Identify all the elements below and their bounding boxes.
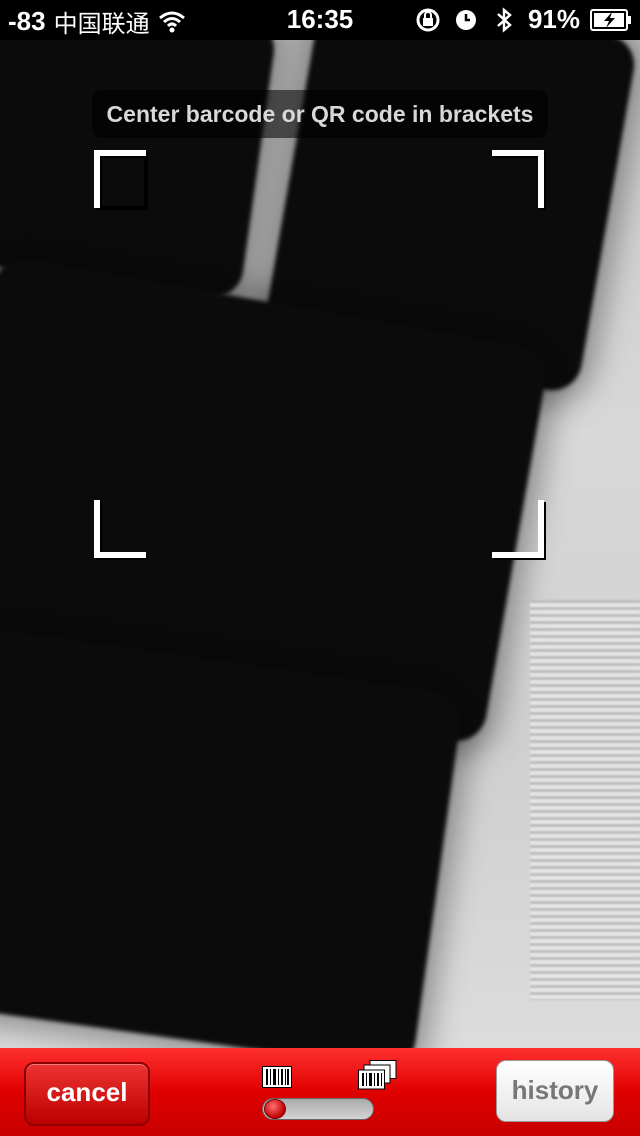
bottom-toolbar: cancel history bbox=[0, 1048, 640, 1136]
scan-hint: Center barcode or QR code in brackets bbox=[92, 90, 548, 138]
cancel-button[interactable]: cancel bbox=[24, 1062, 150, 1126]
keyboard-key bbox=[0, 628, 465, 1048]
multi-barcode-icon[interactable] bbox=[358, 1060, 398, 1090]
status-bar: -83 中国联通 16:35 91% bbox=[0, 0, 640, 40]
bracket-top-left bbox=[94, 150, 146, 208]
history-button[interactable]: history bbox=[496, 1060, 614, 1122]
status-right: 91% bbox=[414, 4, 632, 35]
battery-percent: 91% bbox=[527, 4, 580, 34]
battery-charging-icon bbox=[590, 8, 631, 31]
rotation-lock-icon bbox=[416, 8, 440, 31]
camera-viewfinder[interactable]: Center barcode or QR code in brackets bbox=[0, 40, 640, 1048]
alarm-clock-icon bbox=[455, 9, 476, 30]
speaker-grille bbox=[530, 600, 640, 1000]
bracket-top-right bbox=[492, 150, 544, 208]
bracket-bottom-right bbox=[492, 500, 544, 558]
scan-mode-slider-knob[interactable] bbox=[264, 1099, 286, 1119]
bluetooth-icon bbox=[497, 6, 512, 33]
single-barcode-icon[interactable] bbox=[262, 1066, 292, 1088]
scan-mode-slider[interactable] bbox=[262, 1098, 374, 1120]
bracket-bottom-left bbox=[94, 500, 146, 558]
